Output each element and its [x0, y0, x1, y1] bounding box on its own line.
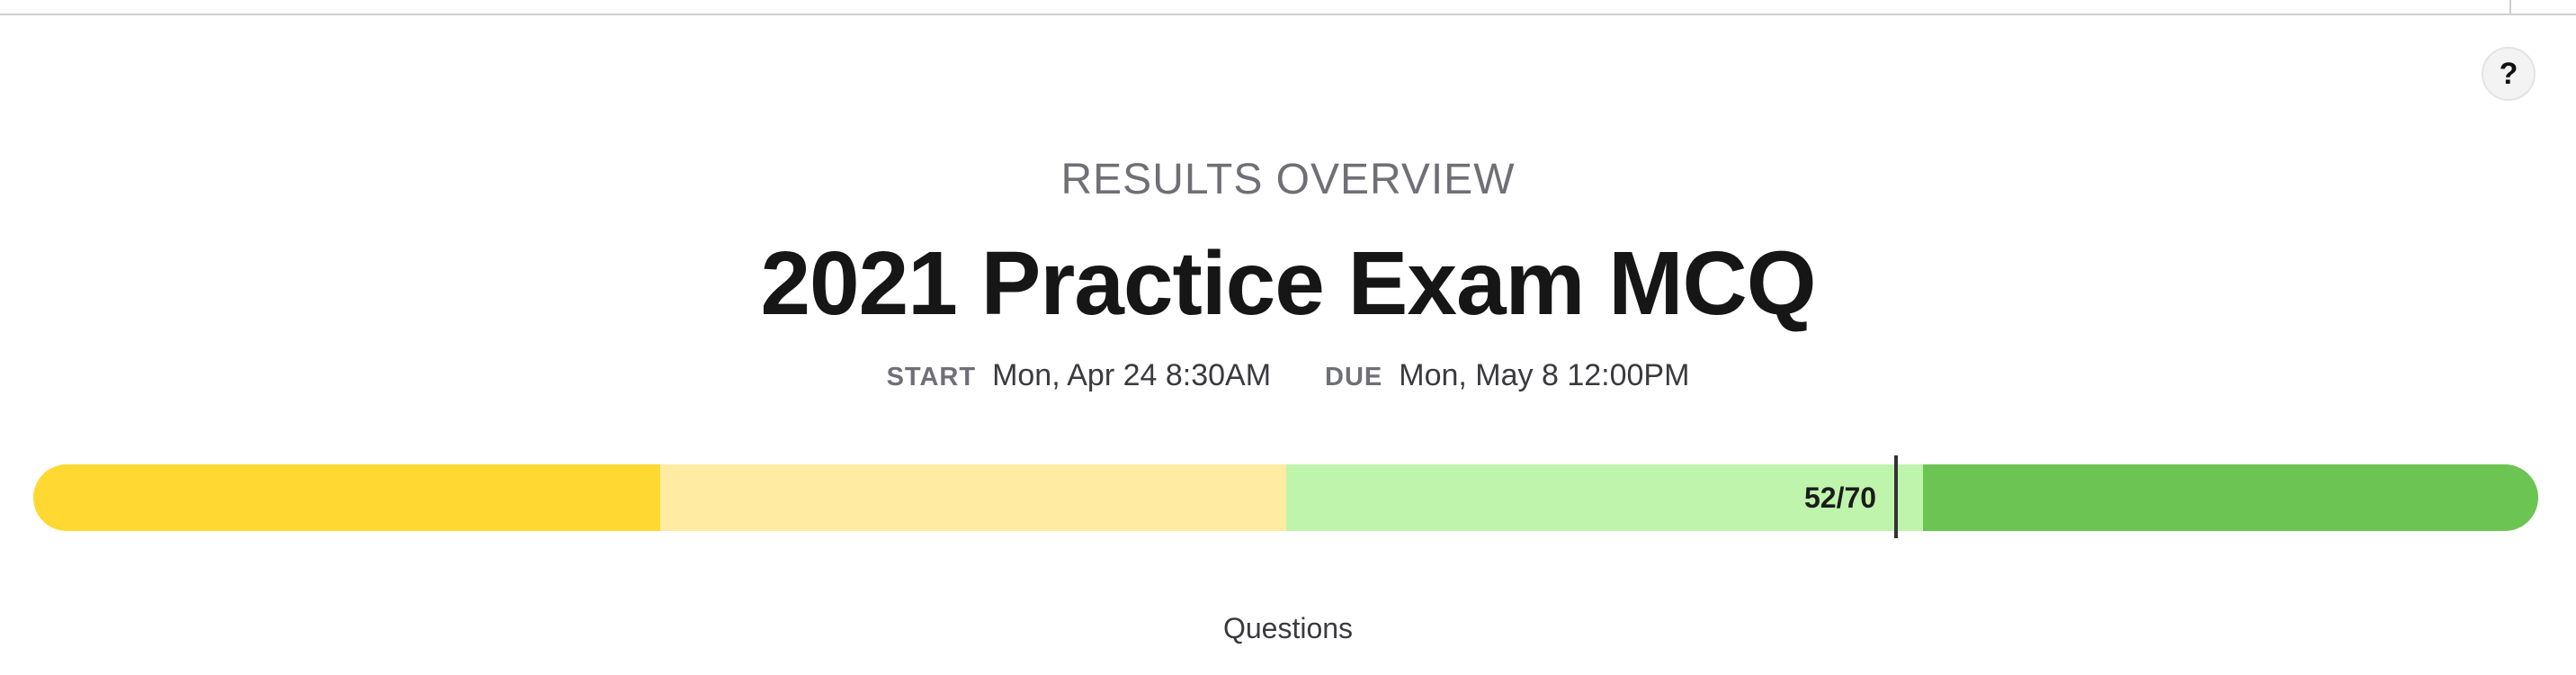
score-band-1 — [33, 464, 660, 531]
top-divider — [2509, 0, 2511, 15]
dates-row: START Mon, Apr 24 8:30AM DUE Mon, May 8 … — [0, 358, 2576, 393]
page-title: 2021 Practice Exam MCQ — [760, 233, 1816, 334]
start-date: START Mon, Apr 24 8:30AM — [887, 358, 1271, 393]
due-label: DUE — [1325, 363, 1383, 392]
due-date: DUE Mon, May 8 12:00PM — [1325, 358, 1689, 393]
score-band-2 — [660, 464, 1286, 531]
score-bar — [33, 464, 2538, 531]
top-border — [0, 0, 2576, 15]
results-overview-label: RESULTS OVERVIEW — [1060, 156, 1516, 203]
score-band-4 — [1923, 464, 2538, 531]
score-marker — [1894, 455, 1898, 538]
questions-label: Questions — [1222, 612, 1354, 644]
score-value: 52/70 — [1804, 482, 1877, 514]
start-label: START — [886, 363, 977, 392]
results-overview-page: ? RESULTS OVERVIEW 2021 Practice Exam MC… — [0, 0, 2576, 675]
question-mark-icon: ? — [2499, 56, 2518, 91]
due-value: Mon, May 8 12:00PM — [1399, 358, 1690, 392]
start-value: Mon, Apr 24 8:30AM — [992, 358, 1272, 392]
help-button[interactable]: ? — [2482, 47, 2536, 101]
